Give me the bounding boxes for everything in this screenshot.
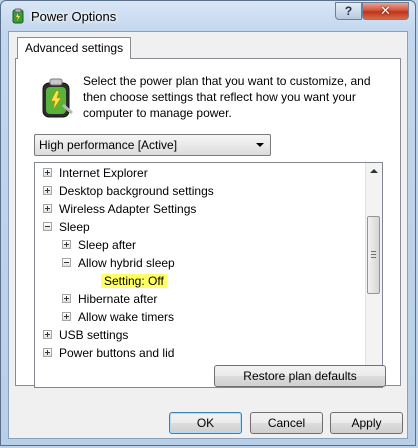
tree-item-label: Sleep after — [78, 238, 137, 252]
scrollbar-thumb[interactable] — [367, 216, 380, 294]
tree-item-label: Wireless Adapter Settings — [59, 202, 197, 216]
setting-label: Setting: — [104, 274, 145, 288]
help-button[interactable]: ? — [335, 2, 362, 20]
title-bar[interactable]: Power Options ? ✕ — [1, 1, 415, 31]
expand-icon[interactable] — [62, 312, 71, 321]
collapse-icon[interactable] — [43, 222, 52, 231]
expand-icon[interactable] — [43, 348, 52, 357]
ok-button[interactable]: OK — [169, 412, 242, 434]
collapse-icon[interactable] — [62, 258, 71, 267]
setting-value-highlight[interactable]: Setting: Off — [101, 274, 167, 288]
battery-plan-icon — [42, 78, 73, 118]
tree-item-label: Power buttons and lid — [59, 346, 175, 360]
tab-advanced-settings[interactable]: Advanced settings — [17, 37, 132, 59]
tree-item-label: Allow wake timers — [78, 310, 175, 324]
restore-plan-defaults-button[interactable]: Restore plan defaults — [214, 365, 386, 387]
dialog-client-area: Advanced settings Select the power plan … — [8, 31, 408, 439]
window-title: Power Options — [31, 9, 117, 24]
power-options-window: Power Options ? ✕ Advanced settings Sele… — [0, 0, 416, 446]
hybrid-sleep-setting[interactable]: Setting: Off — [101, 272, 167, 290]
help-icon: ? — [344, 4, 353, 18]
expand-icon[interactable] — [62, 294, 71, 303]
power-plan-value: High performance [Active] — [39, 138, 178, 152]
close-icon: ✕ — [380, 3, 391, 18]
power-plan-select[interactable]: High performance [Active] — [34, 134, 271, 156]
tree-item-label: Internet Explorer — [59, 166, 148, 180]
setting-value: Off — [148, 274, 164, 288]
cancel-button[interactable]: Cancel — [250, 412, 323, 434]
power-options-icon — [12, 8, 24, 24]
tree-item-label: Hibernate after — [78, 292, 158, 306]
grip-line — [371, 257, 376, 258]
tree-scrollbar[interactable] — [365, 163, 382, 387]
plan-description: Select the power plan that you want to c… — [83, 74, 371, 120]
expand-icon[interactable] — [62, 240, 71, 249]
scroll-up-icon[interactable] — [370, 169, 378, 173]
apply-button[interactable]: Apply — [330, 412, 403, 434]
tree-item-label: Sleep — [59, 220, 90, 234]
expand-icon[interactable] — [43, 186, 52, 195]
settings-tree[interactable]: Internet Explorer Desktop background set… — [34, 162, 383, 388]
grip-line — [371, 254, 376, 255]
expand-icon[interactable] — [43, 168, 52, 177]
tree-item-label: Allow hybrid sleep — [78, 256, 175, 270]
tree-item-label: Desktop background settings — [59, 184, 214, 198]
expand-icon[interactable] — [43, 204, 52, 213]
grip-line — [371, 251, 376, 252]
close-button[interactable]: ✕ — [362, 2, 409, 20]
chevron-down-icon — [256, 143, 264, 147]
expand-icon[interactable] — [43, 330, 52, 339]
tree-item-label: USB settings — [59, 328, 129, 342]
